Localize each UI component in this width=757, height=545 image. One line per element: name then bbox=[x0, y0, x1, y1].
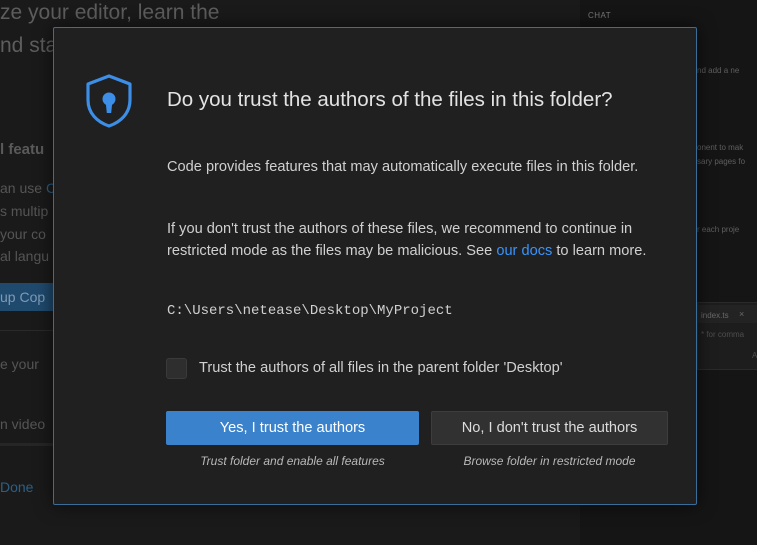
restricted-note-text-end: to learn more. bbox=[552, 242, 647, 259]
welcome-divider bbox=[0, 330, 54, 331]
chat-text-2: onent to mak bbox=[697, 143, 744, 152]
done-link[interactable]: Done bbox=[0, 479, 33, 495]
shield-lock-icon bbox=[86, 74, 132, 128]
trust-parent-folder-checkbox[interactable] bbox=[166, 358, 187, 379]
distrust-button-subtext: Browse folder in restricted mode bbox=[463, 454, 636, 468]
folder-path: C:\Users\netease\Desktop\MyProject bbox=[167, 303, 453, 319]
dialog-description: Code provides features that may automati… bbox=[167, 159, 639, 175]
chat-corner-label: A bbox=[752, 351, 757, 360]
chat-input-hint: * for comma bbox=[701, 330, 745, 339]
trust-parent-folder-label[interactable]: Trust the authors of all files in the pa… bbox=[199, 360, 563, 376]
welcome-headline-line1: ze your editor, learn the bbox=[0, 1, 220, 24]
trust-button[interactable]: Yes, I trust the authors bbox=[166, 411, 419, 445]
dialog-title: Do you trust the authors of the files in… bbox=[167, 88, 613, 111]
docs-link[interactable]: our docs bbox=[496, 243, 552, 259]
dialog-restricted-mode-note: If you don't trust the authors of these … bbox=[167, 219, 677, 262]
chat-file-tab[interactable]: index.ts × bbox=[698, 305, 757, 323]
welcome-progress-bar bbox=[0, 443, 54, 446]
distrust-button[interactable]: No, I don't trust the authors bbox=[431, 411, 668, 445]
feature-line-1: an use C bbox=[0, 180, 56, 196]
close-icon[interactable]: × bbox=[739, 309, 744, 319]
chat-text-4: r each proje bbox=[697, 225, 740, 234]
feature-line-2: s multip bbox=[0, 203, 49, 219]
feature-line-3: your co bbox=[0, 226, 46, 242]
feature-line-4: al langu bbox=[0, 248, 50, 264]
workspace-trust-dialog: Do you trust the authors of the files in… bbox=[53, 27, 697, 505]
chat-text-1: nd add a ne bbox=[697, 66, 740, 75]
chat-panel-title: CHAT bbox=[588, 11, 612, 20]
welcome-step-line: e your bbox=[0, 356, 39, 372]
screen: ze your editor, learn the nd sta l featu… bbox=[0, 0, 757, 545]
welcome-video-line: n video bbox=[0, 416, 46, 432]
welcome-headline-line2: nd sta bbox=[0, 34, 58, 57]
chat-attached-file: index.ts × * for comma A bbox=[697, 302, 757, 370]
trust-button-subtext: Trust folder and enable all features bbox=[200, 454, 385, 468]
feature-heading: l featu bbox=[0, 141, 45, 158]
setup-copilot-button[interactable]: up Cop bbox=[0, 283, 54, 311]
chat-file-name: index.ts bbox=[701, 311, 729, 320]
chat-text-3: sary pages fo bbox=[697, 157, 746, 166]
feature-line-1-text: an use bbox=[0, 180, 46, 196]
